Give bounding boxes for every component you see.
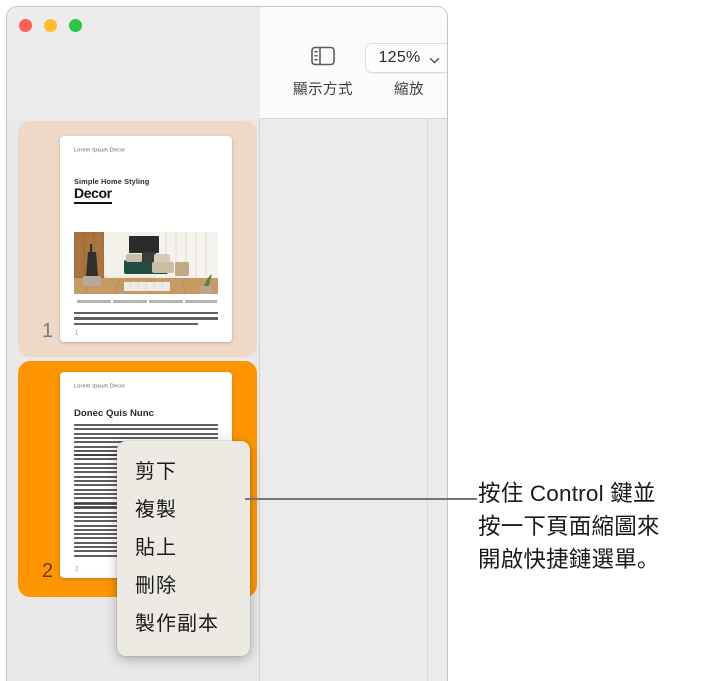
view-options-button[interactable] — [306, 43, 340, 73]
menu-item-copy[interactable]: 複製 — [117, 491, 250, 529]
page-2-folio: 2 — [75, 564, 79, 573]
page-1-title: Decor — [74, 186, 112, 204]
page-1-number: 1 — [42, 320, 54, 342]
zoom-level-value: 125% — [378, 49, 421, 66]
view-options-label: 顯示方式 — [293, 82, 353, 98]
sidebar-view-icon — [311, 46, 335, 71]
page-1-folio: 1 — [75, 328, 79, 337]
thumbnail-context-menu[interactable]: 剪下 複製 貼上 刪除 製作副本 — [117, 441, 250, 656]
page-2-title: Donec Quis Nunc — [74, 408, 154, 419]
page-1-preview: Lorem Ipsum Decor Simple Home Styling De… — [60, 136, 232, 342]
maximize-window-button[interactable] — [69, 19, 82, 32]
page-1-body-text — [74, 312, 218, 328]
zoom-label: 縮放 — [394, 82, 424, 98]
page-1-photo-caption — [77, 300, 217, 303]
callout-annotation-text: 按住 Control 鍵並 按一下頁面縮圖來 開啟快捷鏈選單。 — [478, 477, 716, 576]
page-1-running-header: Lorem Ipsum Decor — [74, 147, 126, 154]
close-window-button[interactable] — [19, 19, 32, 32]
page-2-running-header: Lorem Ipsum Decor — [74, 383, 126, 390]
toolbar-group-view: 顯示方式 — [293, 43, 353, 99]
page-1-photo — [74, 232, 218, 294]
menu-item-delete[interactable]: 刪除 — [117, 567, 250, 605]
traffic-light-controls — [19, 19, 82, 32]
menu-item-duplicate[interactable]: 製作副本 — [117, 605, 250, 643]
menu-item-paste[interactable]: 貼上 — [117, 529, 250, 567]
callout-leader-line — [245, 498, 477, 500]
zoom-dropdown[interactable]: 125% — [365, 43, 447, 73]
callout-line-1: 按住 Control 鍵並 — [478, 481, 656, 506]
toolbar: 顯示方式 125% 縮放 — [260, 7, 447, 119]
menu-item-cut[interactable]: 剪下 — [117, 453, 250, 491]
callout-line-3: 開啟快捷鏈選單。 — [478, 547, 660, 572]
callout-line-2: 按一下頁面縮圖來 — [478, 514, 660, 539]
chevron-down-icon — [429, 53, 440, 64]
toolbar-items: 顯示方式 125% 縮放 — [293, 43, 447, 99]
app-window: 顯示方式 125% 縮放 Lorem Ipsum Decor Simple Ho… — [6, 6, 448, 681]
minimize-window-button[interactable] — [44, 19, 57, 32]
toolbar-group-zoom: 125% 縮放 — [365, 43, 447, 99]
document-canvas[interactable] — [260, 119, 447, 681]
page-thumbnail-1[interactable]: Lorem Ipsum Decor Simple Home Styling De… — [18, 121, 257, 357]
page-2-number: 2 — [42, 560, 54, 582]
canvas-right-edge — [427, 119, 428, 681]
